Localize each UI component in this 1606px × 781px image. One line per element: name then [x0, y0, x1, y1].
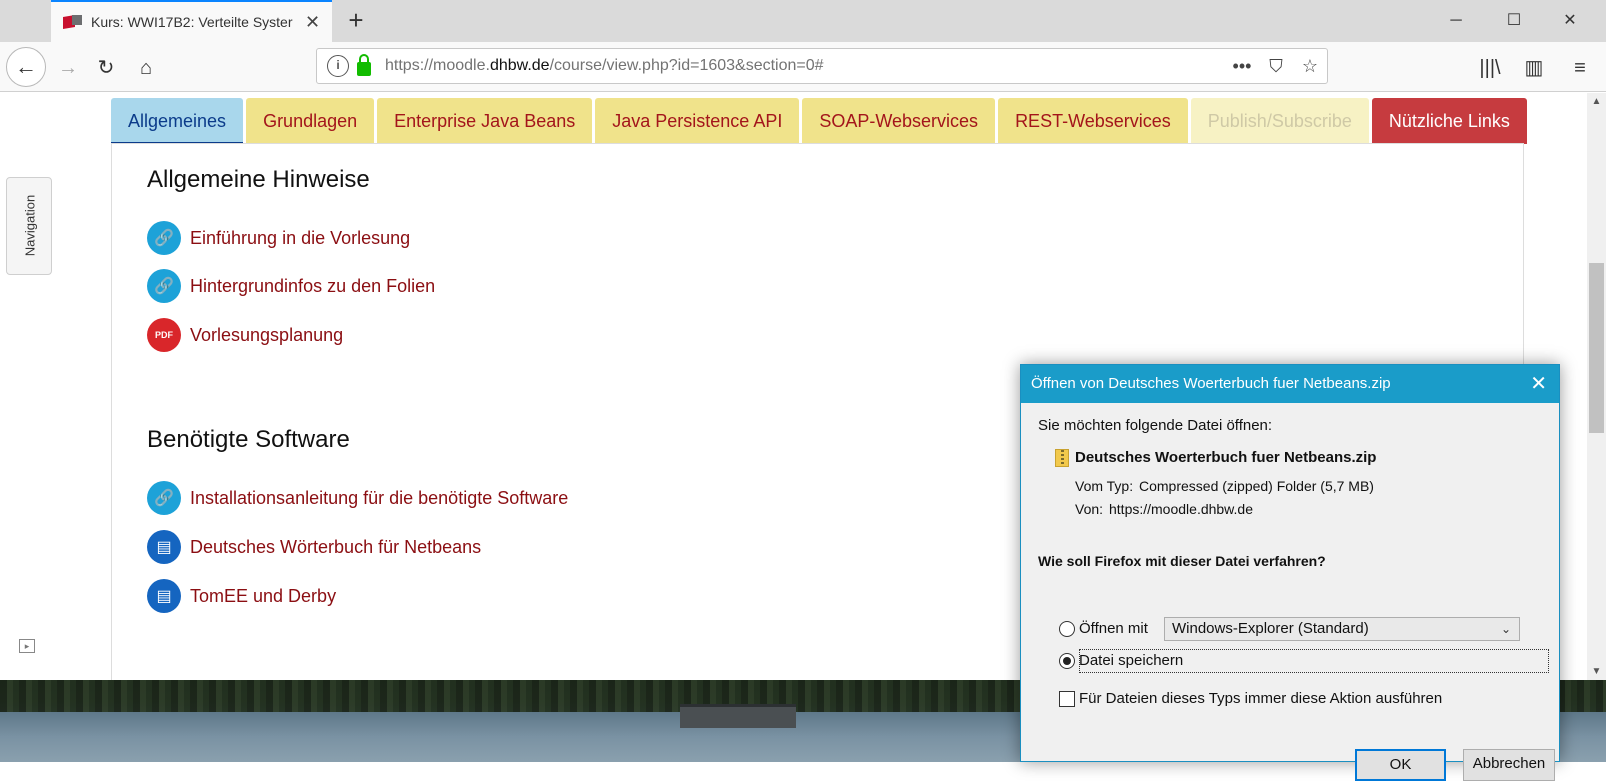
- tab-grundlagen[interactable]: Grundlagen: [246, 98, 375, 144]
- file-from-label: Von:: [1075, 501, 1104, 517]
- desktop-boat: [680, 704, 796, 728]
- dialog-filename: Deutsches Woerterbuch fuer Netbeans.zip: [1075, 449, 1377, 466]
- open-with-label: Öffnen mit: [1079, 620, 1148, 637]
- tab-java-persistence-api[interactable]: Java Persistence API: [595, 98, 800, 144]
- sidebar-toggle-icon[interactable]: ▥: [1516, 50, 1552, 86]
- tab-close-icon[interactable]: ✕: [305, 12, 320, 33]
- navigation-label: Navigation: [22, 194, 38, 257]
- always-do-checkbox[interactable]: [1059, 691, 1075, 707]
- download-dialog: Öffnen von Deutsches Woerterbuch fuer Ne…: [1020, 364, 1560, 781]
- reload-button[interactable]: ↻: [88, 50, 124, 86]
- browser-tab[interactable]: Kurs: WWI17B2: Verteilte Syster ✕: [51, 0, 332, 42]
- tab-nuetzliche-links[interactable]: Nützliche Links: [1371, 98, 1527, 144]
- activity-link-label[interactable]: Deutsches Wörterbuch für Netbeans: [190, 537, 481, 558]
- activity-link-label[interactable]: Installationsanleitung für die benötigte…: [190, 488, 568, 509]
- pocket-icon[interactable]: ⛉: [1259, 56, 1293, 77]
- section-title: Benötigte Software: [147, 426, 350, 453]
- dialog-title-bar: Öffnen von Deutsches Woerterbuch fuer Ne…: [1021, 365, 1559, 403]
- activity-link[interactable]: 🔗 Hintergrundinfos zu den Folien: [147, 269, 435, 303]
- file-from-value: https://moodle.dhbw.de: [1109, 501, 1253, 517]
- tab-rest-webservices[interactable]: REST-Webservices: [998, 98, 1188, 144]
- minimize-icon[interactable]: ─: [1428, 0, 1484, 42]
- lock-icon[interactable]: [357, 54, 371, 76]
- scroll-up-icon[interactable]: ▲: [1587, 93, 1606, 110]
- activity-link[interactable]: PDF Vorlesungsplanung: [147, 318, 343, 352]
- dialog-question: Wie soll Firefox mit dieser Datei verfah…: [1038, 553, 1326, 569]
- ok-button[interactable]: OK: [1355, 749, 1446, 781]
- tab-title: Kurs: WWI17B2: Verteilte Syster: [91, 14, 293, 30]
- tab-soap-webservices[interactable]: SOAP-Webservices: [802, 98, 996, 144]
- maximize-icon[interactable]: ☐: [1486, 0, 1542, 42]
- scroll-down-icon[interactable]: ▼: [1587, 663, 1606, 680]
- menu-icon[interactable]: ≡: [1562, 50, 1598, 86]
- pdf-icon: PDF: [147, 318, 181, 352]
- navigation-drawer-toggle[interactable]: Navigation: [6, 177, 52, 275]
- dialog-body: Sie möchten folgende Datei öffnen: Deuts…: [1021, 403, 1559, 781]
- home-button[interactable]: ⌂: [128, 50, 164, 86]
- activity-link-label[interactable]: Hintergrundinfos zu den Folien: [190, 276, 435, 297]
- open-with-select[interactable]: Windows-Explorer (Standard) ⌄: [1164, 617, 1520, 641]
- page-actions-icon[interactable]: •••: [1225, 56, 1259, 77]
- tab-publish-subscribe[interactable]: Publish/Subscribe: [1190, 98, 1369, 144]
- dialog-close-icon[interactable]: ✕: [1530, 365, 1547, 403]
- scrollbar-thumb[interactable]: [1589, 263, 1604, 433]
- navigation-toolbar: ← → ↻ ⌂ i https://moodle.dhbw.de/course/…: [0, 42, 1606, 92]
- tab-bar: Kurs: WWI17B2: Verteilte Syster ✕ + ─ ☐ …: [0, 0, 1606, 42]
- archive-icon: ▤: [147, 530, 181, 564]
- dialog-intro: Sie möchten folgende Datei öffnen:: [1038, 417, 1273, 434]
- back-button[interactable]: ←: [6, 47, 46, 87]
- save-file-label[interactable]: Datei speichern: [1079, 652, 1183, 669]
- course-tabs: Allgemeines Grundlagen Enterprise Java B…: [111, 98, 1530, 144]
- save-file-radio[interactable]: [1059, 653, 1075, 669]
- tab-allgemeines[interactable]: Allgemeines: [111, 98, 244, 144]
- window-close-icon[interactable]: ✕: [1542, 0, 1598, 42]
- page-scrollbar[interactable]: ▲ ▼: [1587, 93, 1606, 680]
- forward-button[interactable]: →: [50, 50, 86, 86]
- url-text[interactable]: https://moodle.dhbw.de/course/view.php?i…: [385, 57, 1225, 75]
- activity-link[interactable]: 🔗 Installationsanleitung für die benötig…: [147, 481, 568, 515]
- url-link-icon: 🔗: [147, 481, 181, 515]
- open-with-value: Windows-Explorer (Standard): [1172, 620, 1369, 637]
- chevron-down-icon: ⌄: [1500, 622, 1511, 636]
- url-link-icon: 🔗: [147, 221, 181, 255]
- activity-link[interactable]: ▤ Deutsches Wörterbuch für Netbeans: [147, 530, 481, 564]
- open-with-radio[interactable]: [1059, 621, 1075, 637]
- bookmark-star-icon[interactable]: ☆: [1293, 56, 1327, 77]
- activity-link-label[interactable]: Vorlesungsplanung: [190, 325, 343, 346]
- file-type-label: Vom Typ:: [1075, 478, 1134, 494]
- url-bar[interactable]: i https://moodle.dhbw.de/course/view.php…: [316, 48, 1328, 84]
- archive-icon: ▤: [147, 579, 181, 613]
- url-link-icon: 🔗: [147, 269, 181, 303]
- cancel-button[interactable]: Abbrechen: [1463, 749, 1555, 781]
- activity-link-label[interactable]: TomEE und Derby: [190, 586, 336, 607]
- activity-link[interactable]: 🔗 Einführung in die Vorlesung: [147, 221, 410, 255]
- expand-block-icon[interactable]: ▸: [19, 639, 35, 653]
- zip-folder-icon: [1055, 449, 1069, 467]
- section-title: Allgemeine Hinweise: [147, 166, 370, 193]
- library-icon[interactable]: |||\: [1472, 50, 1508, 86]
- activity-link[interactable]: ▤ TomEE und Derby: [147, 579, 336, 613]
- site-info-icon[interactable]: i: [327, 55, 349, 77]
- activity-link-label[interactable]: Einführung in die Vorlesung: [190, 228, 410, 249]
- tab-enterprise-java-beans[interactable]: Enterprise Java Beans: [377, 98, 593, 144]
- new-tab-button[interactable]: +: [340, 4, 372, 38]
- dialog-title: Öffnen von Deutsches Woerterbuch fuer Ne…: [1031, 375, 1391, 392]
- dhbw-favicon-icon: [63, 15, 83, 29]
- always-do-label[interactable]: Für Dateien dieses Typs immer diese Akti…: [1079, 690, 1442, 707]
- file-type-value: Compressed (zipped) Folder (5,7 MB): [1139, 478, 1374, 494]
